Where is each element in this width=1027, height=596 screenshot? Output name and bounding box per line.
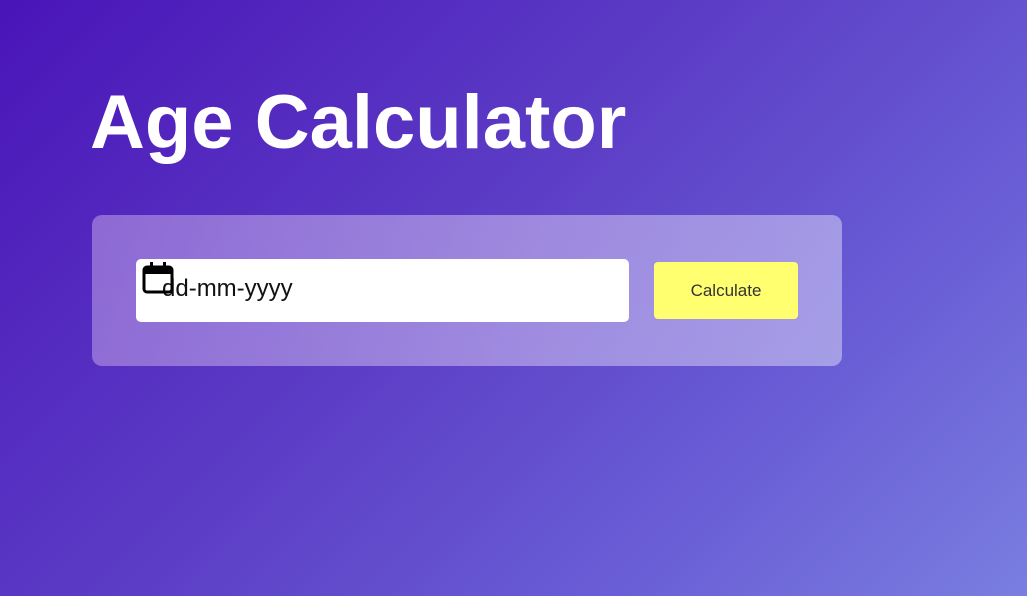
calendar-icon[interactable] (141, 261, 175, 295)
calculator-card: dd-mm-yyyy Calculate (92, 215, 842, 366)
page-title: Age Calculator (90, 80, 627, 165)
birth-date-input[interactable]: dd-mm-yyyy (136, 259, 629, 322)
calculate-button[interactable]: Calculate (654, 262, 798, 319)
date-input-placeholder: dd-mm-yyyy (162, 275, 293, 302)
